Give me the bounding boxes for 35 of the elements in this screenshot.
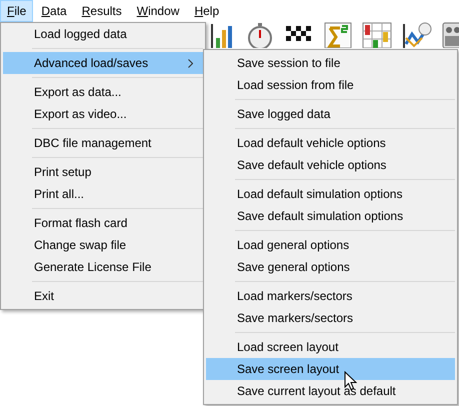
menu-bar-item[interactable]: File [0,0,34,22]
menu-item[interactable]: Load default vehicle options [206,132,455,154]
menu-item[interactable]: Generate License File [3,256,203,278]
sigma-icon[interactable] [324,22,352,48]
menu-bar-item[interactable]: Data [34,0,74,22]
menu-item[interactable]: Export as data... [3,81,203,103]
menu-item[interactable]: Load screen layout [206,336,455,358]
menu-item[interactable]: Save markers/sectors [206,307,455,329]
menu-bar-item[interactable]: Results [74,0,129,22]
menu-item[interactable]: Load logged data [3,23,203,45]
menu-item[interactable]: Save current layout as default [206,380,455,402]
menu-item[interactable]: Save session to file [206,52,455,74]
menu-item[interactable]: Change swap file [3,234,203,256]
menu-item[interactable]: Load general options [206,234,455,256]
menu-bar-item[interactable]: Window [130,0,186,22]
menu-item[interactable]: Save default vehicle options [206,154,455,176]
menu-item[interactable]: Load default simulation options [206,183,455,205]
menu-bar-item[interactable]: Help [187,0,226,22]
menu-item[interactable]: Print all... [3,183,203,205]
grid-icon[interactable] [362,22,392,48]
stopwatch-icon[interactable] [246,22,274,48]
menu-item[interactable]: Exit [3,285,203,307]
menu-item[interactable]: Save general options [206,256,455,278]
menu-item[interactable]: Export as video... [3,103,203,125]
menu-item[interactable]: DBC file management [3,132,203,154]
menu-item[interactable]: Print setup [3,161,203,183]
menu-item[interactable]: Save screen layout [206,358,455,380]
menu-item[interactable]: Save logged data [206,103,455,125]
menu-item[interactable]: Save default simulation options [206,205,455,227]
projector-icon[interactable] [442,22,459,48]
menu-item[interactable]: Format flash card [3,212,203,234]
chart-clock-icon[interactable] [402,22,432,48]
menu-item[interactable]: Advanced load/saves [3,52,203,74]
menu-item[interactable]: Load markers/sectors [206,285,455,307]
menu-item[interactable]: Load session from file [206,74,455,96]
